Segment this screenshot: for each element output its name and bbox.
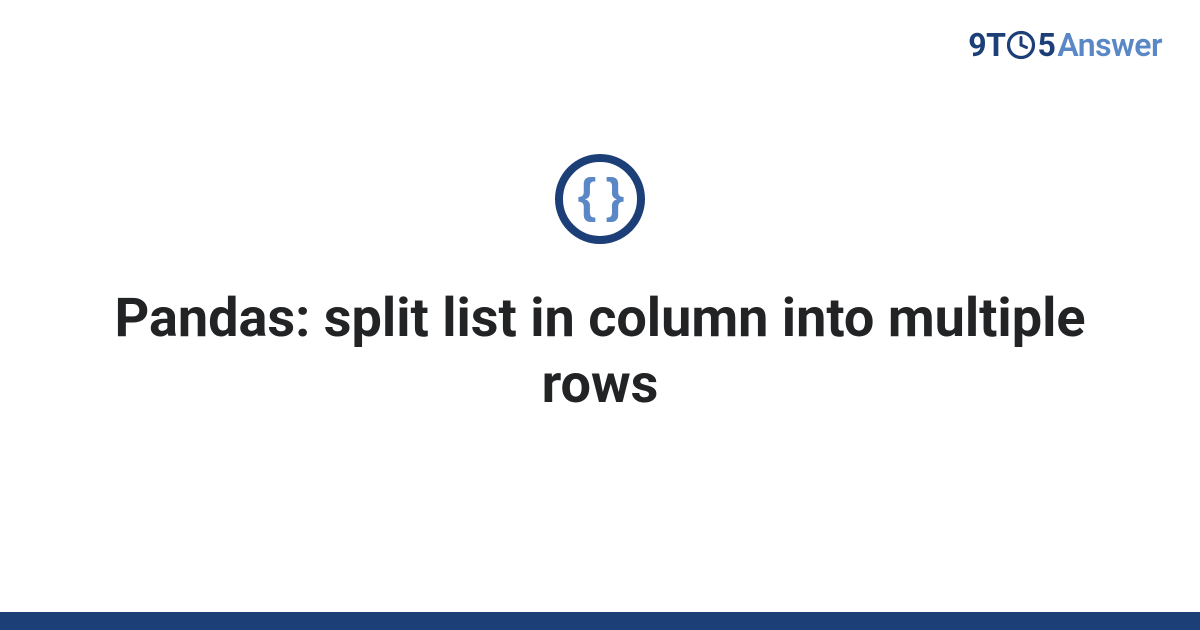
social-card: 9T 5 Answer { } Pandas: split list in co…	[0, 0, 1200, 630]
main-content: { } Pandas: split list in column into mu…	[0, 0, 1200, 612]
question-title: Pandas: split list in column into multip…	[100, 286, 1100, 418]
braces-glyph: { }	[578, 173, 623, 221]
logo-text-9t: 9T	[968, 26, 1005, 64]
site-logo: 9T 5 Answer	[968, 26, 1162, 64]
code-braces-icon: { }	[555, 154, 645, 244]
clock-icon	[1006, 30, 1036, 60]
logo-text-5: 5	[1037, 26, 1055, 64]
footer-accent-bar	[0, 612, 1200, 630]
logo-text-answer: Answer	[1057, 26, 1162, 64]
